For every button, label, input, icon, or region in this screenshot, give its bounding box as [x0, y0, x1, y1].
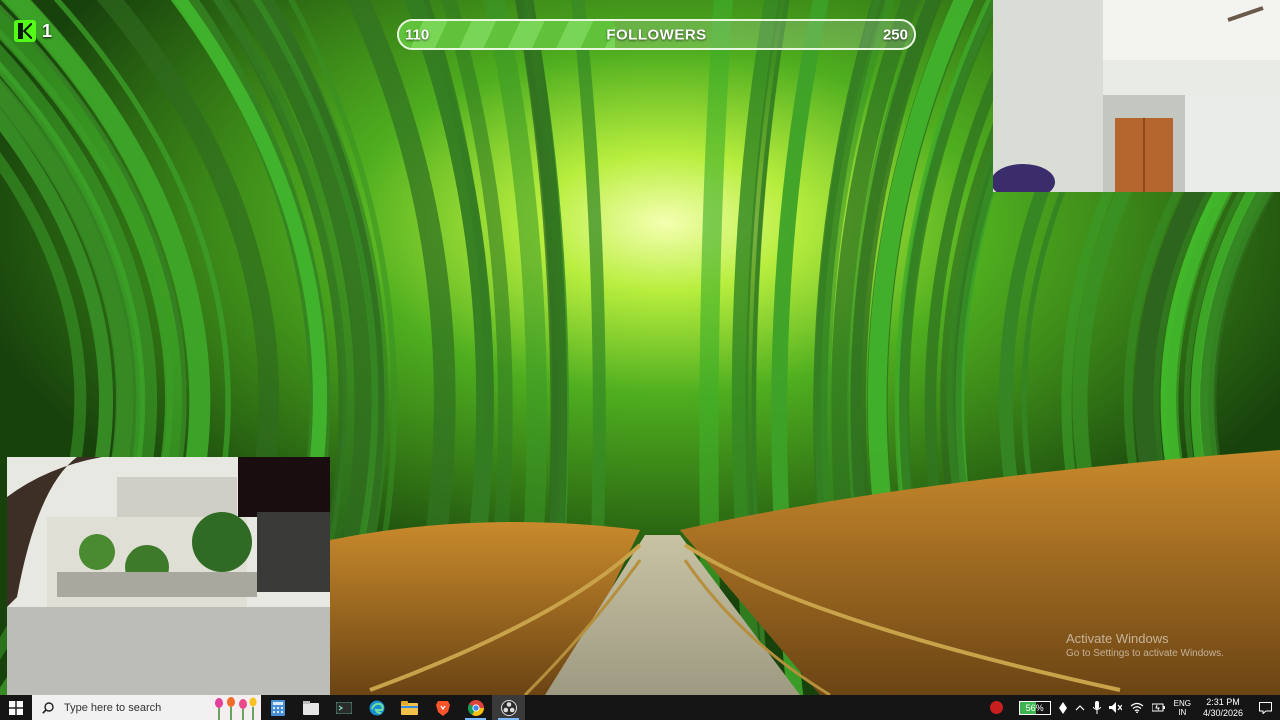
- goal-label: FOLLOWERS: [606, 26, 707, 43]
- taskbar-edge[interactable]: [360, 695, 393, 720]
- search-placeholder: Type here to search: [64, 701, 162, 714]
- start-button[interactable]: [0, 695, 32, 720]
- chevron-up-icon: [1075, 704, 1085, 710]
- terminal-icon: [335, 701, 352, 714]
- brave-icon: [435, 700, 450, 716]
- search-highlight-tulips-icon: [209, 695, 261, 720]
- watermark-title: Activate Windows: [1066, 631, 1169, 646]
- follower-goal-bar: 110 FOLLOWERS 250: [397, 19, 916, 50]
- activate-windows-watermark: Activate Windows Go to Settings to activ…: [1066, 631, 1224, 659]
- taskbar-terminal[interactable]: [327, 695, 360, 720]
- goal-target-value: 250: [882, 26, 908, 43]
- tray-clock[interactable]: 2:31 PM 4/30/2026: [1195, 695, 1251, 720]
- battery-percent: 56%: [1025, 702, 1044, 713]
- file-explorer-icon: [401, 700, 418, 715]
- record-icon: [989, 701, 1003, 714]
- tray-notifications[interactable]: [1251, 695, 1280, 720]
- taskbar: Type here to search 56% ENG IN 2:31 PM 4…: [0, 695, 1280, 720]
- calculator-icon: [270, 699, 285, 716]
- system-tray: 56% ENG IN 2:31 PM 4/30/2026: [986, 695, 1280, 720]
- chrome-icon: [467, 699, 484, 716]
- taskbar-file-explorer[interactable]: [393, 695, 426, 720]
- language-code: ENG: [1173, 698, 1191, 708]
- volume-muted-icon: [1108, 702, 1122, 713]
- kick-counter: 1: [14, 20, 52, 42]
- obs-icon: [500, 699, 517, 716]
- region-code: IN: [1178, 707, 1187, 717]
- power-plug-icon: [1151, 703, 1165, 712]
- kick-logo-icon: [14, 20, 36, 42]
- follower-goal-progress: [399, 21, 616, 48]
- battery-icon: 56%: [1018, 700, 1051, 715]
- edge-icon: [369, 700, 384, 715]
- goal-start-value: 110: [405, 26, 430, 43]
- tray-show-hidden[interactable]: [1071, 695, 1089, 720]
- taskbar-brave[interactable]: [426, 695, 459, 720]
- taskbar-search-box[interactable]: Type here to search: [32, 695, 261, 720]
- taskbar-calculator[interactable]: [261, 695, 294, 720]
- wifi-icon: [1130, 702, 1143, 713]
- taskbar-chrome[interactable]: [459, 695, 492, 720]
- taskbar-obs[interactable]: [492, 695, 525, 720]
- windows-logo-icon: [9, 700, 23, 715]
- kick-count-value: 1: [42, 20, 53, 41]
- location-icon: [1058, 701, 1067, 714]
- tray-record-indicator[interactable]: [986, 695, 1007, 720]
- microphone-icon: [1092, 701, 1101, 714]
- tray-battery[interactable]: 56%: [1007, 695, 1055, 720]
- notification-icon: [1259, 701, 1272, 714]
- tray-volume[interactable]: [1105, 695, 1126, 720]
- search-icon: [42, 701, 54, 714]
- tray-location[interactable]: [1055, 695, 1071, 720]
- webcam-feed: [993, 0, 1280, 192]
- camera-feed: [7, 457, 330, 697]
- clock-date: 4/30/2026: [1202, 707, 1243, 718]
- clock-time: 2:31 PM: [1206, 696, 1240, 707]
- tray-microphone[interactable]: [1089, 695, 1105, 720]
- tray-power[interactable]: [1148, 695, 1170, 720]
- taskbar-files[interactable]: [294, 695, 327, 720]
- tray-network[interactable]: [1126, 695, 1148, 720]
- watermark-subtitle: Go to Settings to activate Windows.: [1066, 648, 1224, 659]
- files-icon: [302, 700, 319, 715]
- tray-language[interactable]: ENG IN: [1170, 695, 1195, 720]
